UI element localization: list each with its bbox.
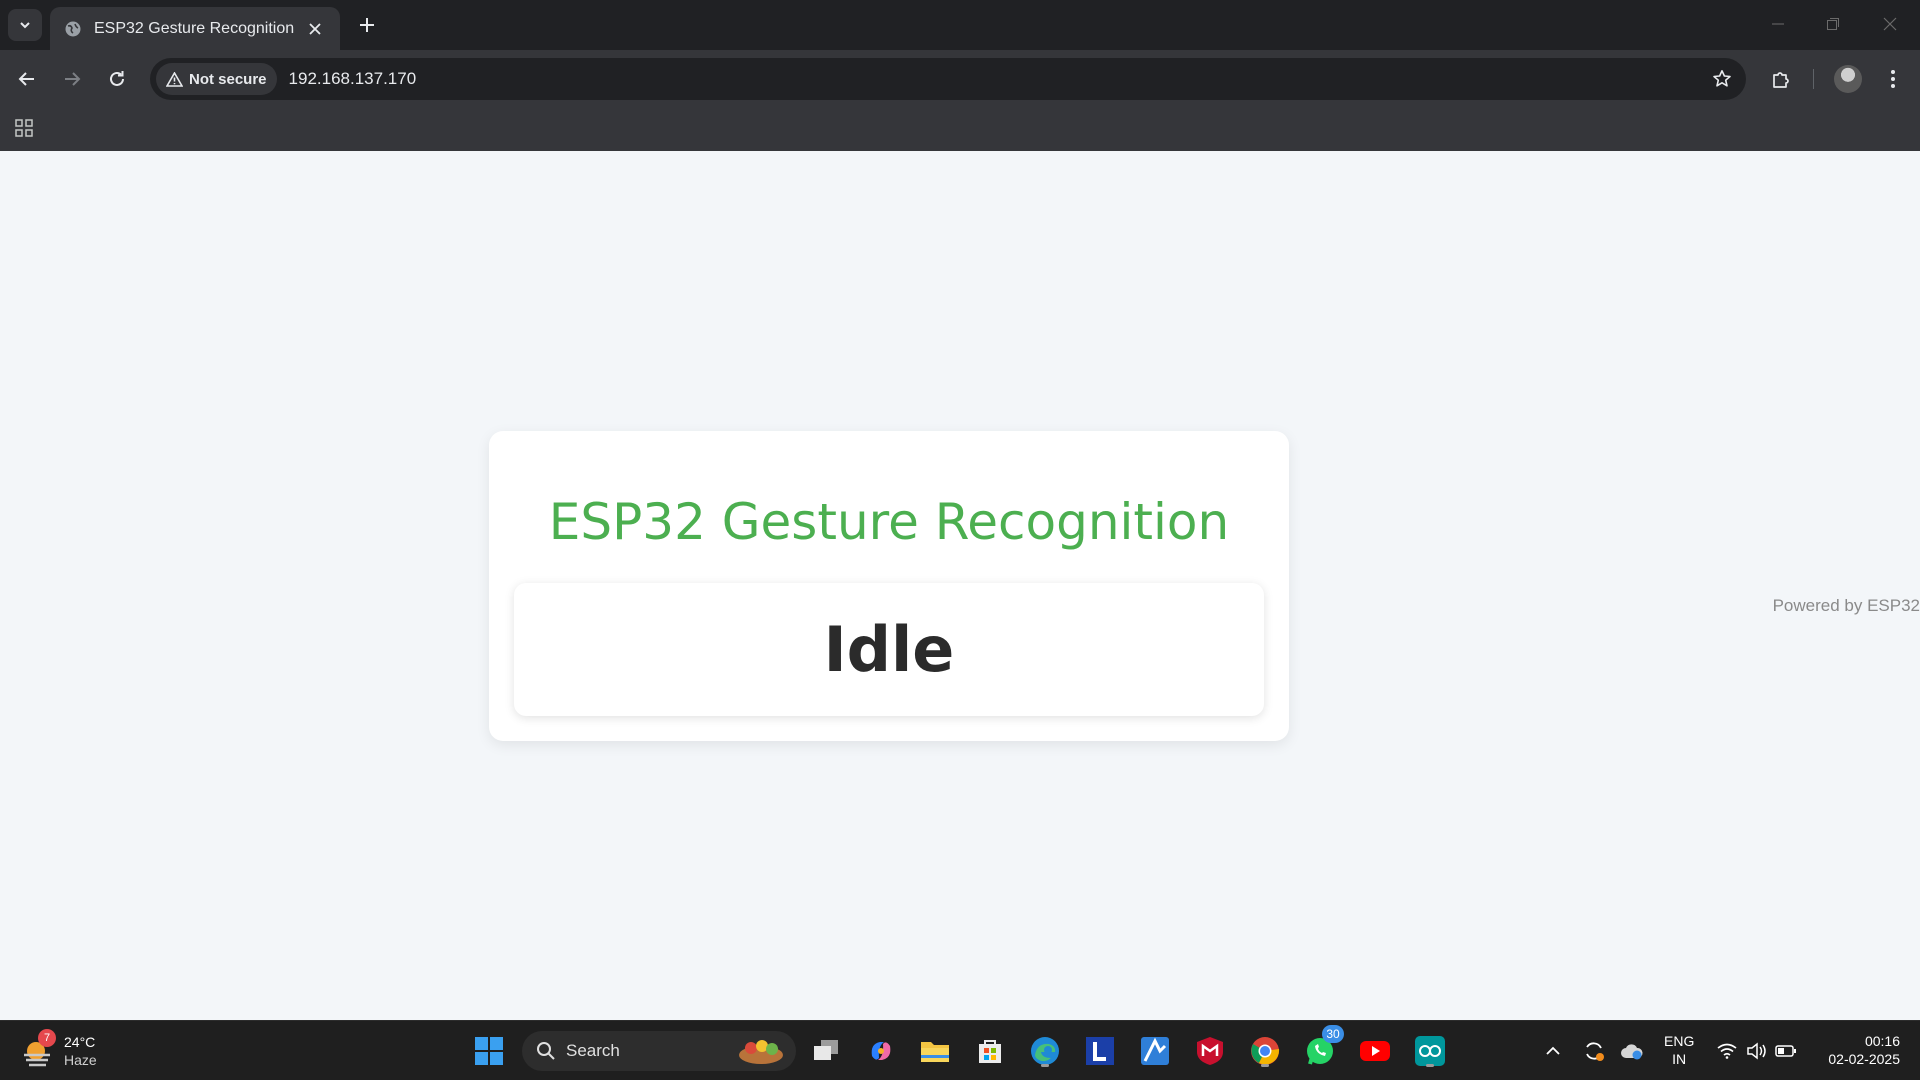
chrome-button[interactable]: [1245, 1031, 1285, 1071]
toolbar-divider: [1813, 69, 1814, 89]
wifi-icon: [1717, 1043, 1737, 1059]
profile-avatar[interactable]: [1834, 65, 1862, 93]
new-tab-button[interactable]: [352, 10, 382, 40]
search-icon: [536, 1041, 556, 1061]
back-button[interactable]: [10, 62, 44, 96]
puzzle-icon: [1773, 72, 1789, 88]
taskbar-clock[interactable]: 00:16 02-02-2025: [1828, 1032, 1900, 1068]
wifi-tray-icon[interactable]: [1714, 1031, 1740, 1071]
arrow-left-icon: [18, 72, 34, 86]
running-indicator: [1041, 1064, 1049, 1067]
weather-alert-badge: 7: [38, 1029, 56, 1047]
footer-text: Powered by ESP32: [1772, 596, 1920, 615]
tab-search-button[interactable]: [8, 9, 42, 41]
shield-icon: [1197, 1037, 1223, 1065]
whatsapp-button[interactable]: 30: [1300, 1025, 1344, 1071]
arduino-ide-button[interactable]: [1410, 1031, 1450, 1071]
url-text[interactable]: 192.168.137.170: [289, 69, 417, 89]
weather-condition: Haze: [64, 1052, 97, 1068]
drawing-app-button[interactable]: [1135, 1031, 1175, 1071]
onedrive-tray-icon[interactable]: [1618, 1031, 1646, 1071]
minimize-button[interactable]: [1756, 8, 1800, 40]
extensions-button[interactable]: [1764, 62, 1798, 96]
browser-toolbar: Not secure 192.168.137.170: [0, 50, 1920, 108]
start-button[interactable]: [469, 1031, 509, 1071]
tab-title: ESP32 Gesture Recognition: [94, 19, 295, 37]
gesture-card: ESP32 Gesture Recognition Idle: [489, 431, 1289, 741]
browser-titlebar: ESP32 Gesture Recognition: [0, 0, 1920, 50]
bookmarks-bar: [0, 108, 1920, 151]
speaker-icon: [1747, 1042, 1766, 1060]
youtube-icon: [1360, 1041, 1390, 1061]
cloud-icon: [1621, 1044, 1643, 1060]
clock-date: 02-02-2025: [1828, 1051, 1900, 1067]
l-app-icon: [1086, 1037, 1114, 1065]
clock-time: 00:16: [1864, 1033, 1900, 1049]
search-highlight-icon: [739, 1040, 783, 1064]
arrow-right-icon: [65, 72, 81, 86]
more-vertical-icon: [1891, 70, 1895, 88]
show-hidden-icons-button[interactable]: [1541, 1031, 1565, 1071]
running-indicator: [1261, 1064, 1269, 1067]
taskbar-search[interactable]: Search: [522, 1031, 796, 1071]
restore-icon: [1827, 18, 1839, 30]
copilot-icon: [871, 1042, 891, 1060]
forward-button[interactable]: [55, 62, 89, 96]
apps-grid-icon[interactable]: [12, 116, 36, 140]
page-title: ESP32 Gesture Recognition: [548, 493, 1230, 551]
chevron-down-icon: [20, 22, 30, 29]
chrome-icon: [1251, 1037, 1280, 1065]
security-indicator[interactable]: Not secure: [156, 63, 277, 95]
security-label: Not secure: [189, 70, 267, 88]
minimize-icon: [1772, 23, 1784, 25]
battery-icon: [1775, 1045, 1796, 1057]
weather-temp: 24°C: [64, 1034, 96, 1050]
reload-button[interactable]: [100, 62, 134, 96]
youtube-button[interactable]: [1355, 1031, 1395, 1071]
close-window-button[interactable]: [1868, 8, 1912, 40]
plus-icon: [360, 18, 374, 32]
close-tab-icon[interactable]: [304, 18, 326, 40]
search-label: Search: [566, 1041, 620, 1060]
edge-icon: [1031, 1037, 1059, 1065]
edge-button[interactable]: [1025, 1031, 1065, 1071]
file-explorer-button[interactable]: [915, 1031, 955, 1071]
sync-tray-icon[interactable]: [1580, 1031, 1608, 1071]
region-code: IN: [1672, 1051, 1687, 1067]
drawing-app-icon: [1141, 1037, 1169, 1065]
browser-menu-button[interactable]: [1876, 62, 1910, 96]
bookmark-star-icon[interactable]: [1710, 67, 1734, 91]
weather-widget[interactable]: 7 24°C Haze: [20, 1029, 97, 1073]
reload-icon: [110, 71, 124, 86]
gesture-status: Idle: [823, 613, 955, 686]
arduino-icon: [1415, 1036, 1445, 1066]
address-bar[interactable]: Not secure 192.168.137.170: [150, 58, 1746, 100]
windows-taskbar: 7 24°C Haze Search 30 ENG IN 00:16 02-02…: [0, 1020, 1920, 1080]
store-icon: [979, 1040, 1001, 1063]
l-app-button[interactable]: [1080, 1031, 1120, 1071]
notification-badge: 30: [1322, 1025, 1344, 1043]
warning-icon: [166, 71, 183, 87]
battery-tray-icon[interactable]: [1774, 1031, 1798, 1071]
task-view-icon: [814, 1040, 838, 1060]
volume-tray-icon[interactable]: [1744, 1031, 1770, 1071]
microsoft-store-button[interactable]: [970, 1031, 1010, 1071]
close-icon: [1883, 17, 1897, 31]
mcafee-button[interactable]: [1190, 1031, 1230, 1071]
folder-icon: [921, 1042, 949, 1062]
globe-icon: [64, 20, 82, 38]
language-code: ENG: [1664, 1033, 1695, 1049]
task-view-button[interactable]: [806, 1031, 846, 1071]
web-page: ESP32 Gesture Recognition Idle Powered b…: [0, 151, 1920, 1020]
gesture-status-box: Idle: [514, 583, 1264, 716]
language-indicator[interactable]: ENG IN: [1664, 1032, 1694, 1068]
chevron-up-icon: [1546, 1046, 1560, 1055]
restore-button[interactable]: [1811, 8, 1855, 40]
weather-icon: 7: [20, 1029, 56, 1069]
browser-tab[interactable]: ESP32 Gesture Recognition: [50, 7, 340, 50]
running-indicator: [1426, 1064, 1434, 1067]
sync-icon: [1586, 1042, 1604, 1061]
windows-logo-icon: [475, 1037, 503, 1065]
copilot-button[interactable]: [861, 1031, 901, 1071]
